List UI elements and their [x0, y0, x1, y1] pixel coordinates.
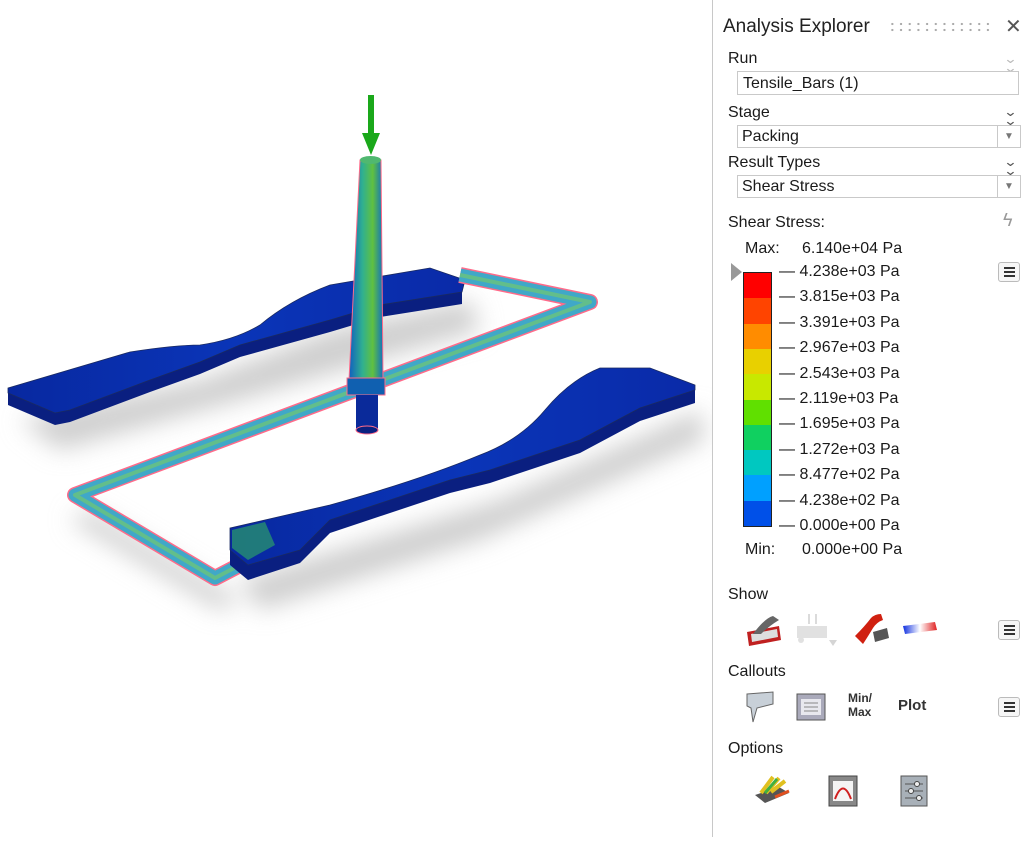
stage-value: Packing: [742, 128, 799, 145]
3d-viewport[interactable]: [0, 0, 712, 837]
legend-tick-label: — 2.119e+03 Pa: [779, 390, 899, 407]
min-value: 0.000e+00 Pa: [802, 541, 903, 558]
color-band: [744, 374, 771, 401]
minmax-callout-button[interactable]: Min/Max: [848, 691, 872, 719]
legend-slider-handle[interactable]: [731, 263, 742, 281]
result-types-select[interactable]: Shear Stress ▼: [737, 175, 1021, 198]
callouts-menu-button[interactable]: [998, 697, 1020, 717]
options-label: Options: [728, 740, 784, 757]
show-menu-button[interactable]: [998, 620, 1020, 640]
max-text: Max: [848, 705, 872, 719]
shaded-part-icon[interactable]: [851, 612, 893, 648]
legend-tick-label: — 1.695e+03 Pa: [779, 415, 900, 433]
show-label: Show: [728, 586, 769, 603]
callouts-label: Callouts: [728, 663, 786, 680]
color-band: [744, 399, 771, 426]
max-label: Max:: [745, 240, 780, 257]
legend-tick-label: — 3.391e+03 Pa: [779, 313, 900, 331]
lightning-icon[interactable]: ϟ: [1003, 210, 1013, 231]
legend-tick-label: — 4.238e+02 Pa: [779, 491, 900, 509]
result-type-value: Shear Stress: [742, 178, 835, 195]
settings-options-icon[interactable]: [899, 774, 929, 808]
color-bar-icon[interactable]: [901, 618, 941, 638]
callout-balloon-icon[interactable]: [745, 690, 777, 726]
close-icon[interactable]: ✕: [1005, 14, 1022, 39]
legend-tick-label: — 3.815e+03 Pa: [779, 288, 900, 306]
legend-tick-label: — 1.272e+03 Pa: [779, 440, 900, 458]
plot-callout-button[interactable]: Plot: [898, 697, 926, 714]
legend-title: Shear Stress:: [728, 214, 825, 231]
color-scale-bar: [743, 272, 772, 527]
min-label: Min:: [745, 541, 776, 558]
result-types-label: Result Types: [728, 154, 821, 171]
color-band: [744, 475, 771, 502]
injection-arrow-icon: [362, 95, 380, 155]
color-band: [744, 450, 771, 477]
color-band: [744, 424, 771, 452]
mesh-features-icon[interactable]: [789, 612, 841, 648]
max-value: 6.140e+04 Pa: [802, 240, 903, 257]
collapse-run-icon[interactable]: ⌄ ⌄: [1003, 52, 1017, 74]
plot-options-icon[interactable]: [827, 774, 859, 808]
model-view[interactable]: [0, 0, 712, 837]
analysis-explorer-panel: Analysis Explorer ✕ Run ⌄ ⌄ Tensile_Bars …: [712, 0, 1032, 837]
min-text: Min/: [848, 691, 872, 705]
stage-select[interactable]: Packing ▼: [737, 125, 1021, 148]
collapse-stage-icon[interactable]: ⌄ ⌄: [1003, 105, 1017, 127]
legend-tick-label: — 4.238e+03 Pa: [779, 263, 900, 280]
color-band: [744, 298, 771, 325]
panel-title: Analysis Explorer: [723, 16, 870, 37]
drag-handle[interactable]: [888, 21, 993, 33]
collapse-result-types-icon[interactable]: ⌄ ⌄: [1003, 155, 1017, 177]
legend-tick-label: — 8.477e+02 Pa: [779, 466, 900, 484]
legend-tick-label: — 0.000e+00 Pa: [779, 517, 900, 534]
color-band: [744, 500, 771, 526]
legend-tick-label: — 2.543e+03 Pa: [779, 364, 900, 382]
chevron-down-icon[interactable]: ▼: [997, 126, 1020, 147]
color-options-icon[interactable]: [753, 773, 793, 807]
color-band: [744, 348, 771, 376]
stage-label: Stage: [728, 104, 770, 121]
legend-tick-label: — 2.967e+03 Pa: [779, 339, 900, 357]
part-outline-icon[interactable]: [743, 612, 785, 648]
color-band: [744, 273, 771, 300]
color-band: [744, 323, 771, 350]
run-field[interactable]: Tensile_Bars (1): [737, 71, 1019, 95]
chevron-down-icon[interactable]: ▼: [997, 176, 1020, 197]
legend-menu-button[interactable]: [998, 262, 1020, 282]
callout-table-icon[interactable]: [795, 690, 827, 722]
run-label: Run: [728, 50, 758, 67]
